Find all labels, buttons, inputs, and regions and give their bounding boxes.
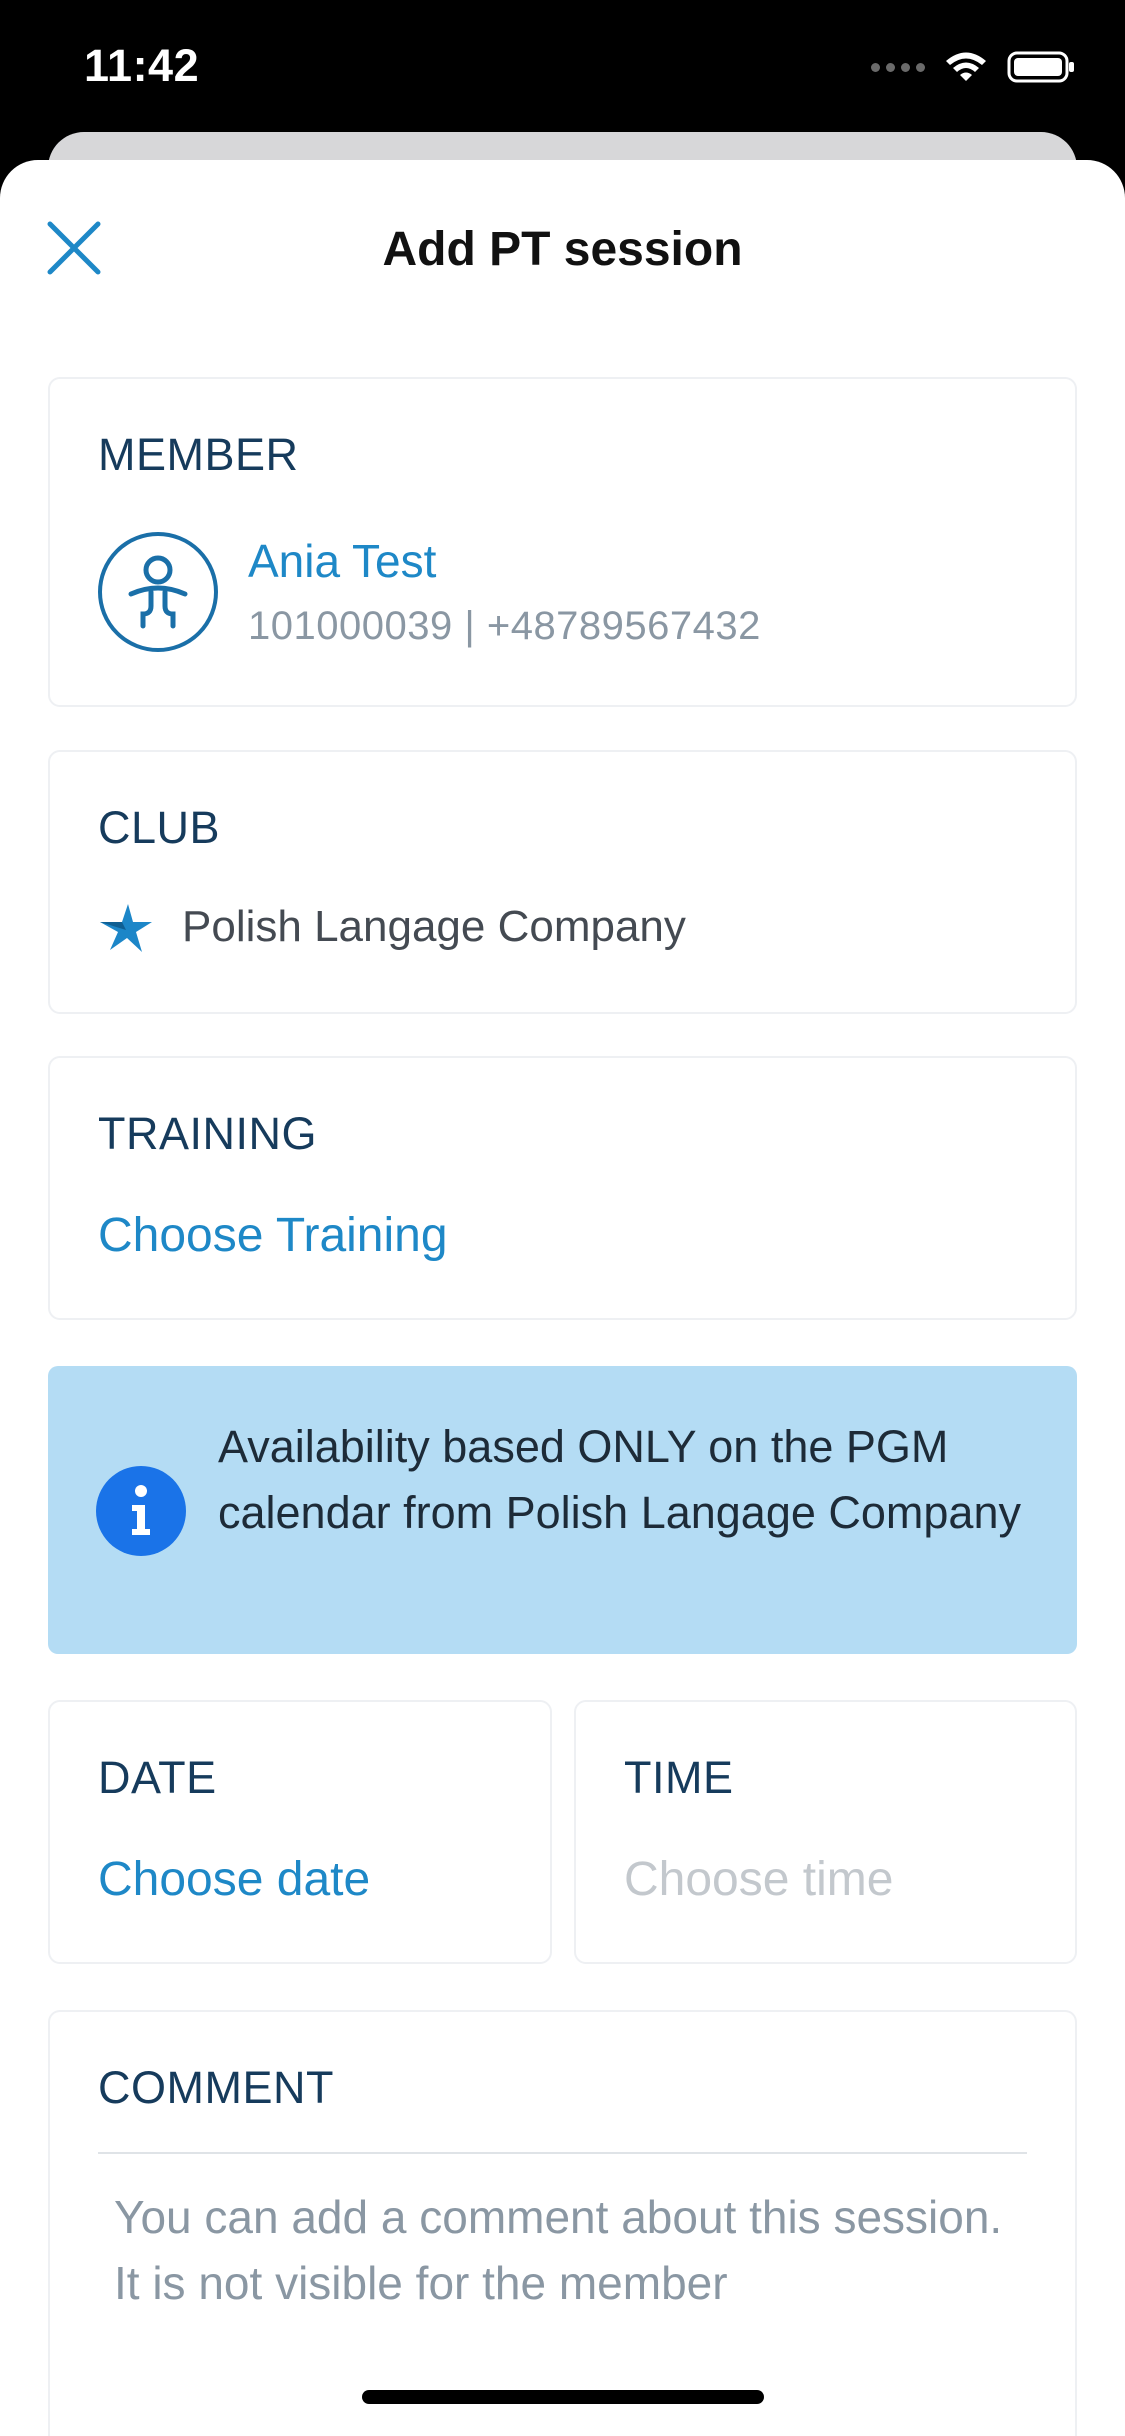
time-card: TIME Choose time	[574, 1700, 1077, 1964]
availability-info-banner: Availability based ONLY on the PGM calen…	[48, 1366, 1077, 1654]
availability-info-text: Availability based ONLY on the PGM calen…	[218, 1421, 1021, 1538]
choose-date-link[interactable]: Choose date	[98, 1852, 370, 1907]
training-label: TRAINING	[98, 1108, 318, 1159]
avatar	[98, 532, 218, 652]
status-time: 11:42	[84, 40, 200, 91]
person-icon	[128, 555, 188, 629]
club-label: CLUB	[98, 802, 221, 853]
status-bar: 11:42	[0, 0, 1125, 140]
training-card[interactable]: TRAINING Choose Training	[48, 1056, 1077, 1320]
member-name[interactable]: Ania Test	[248, 534, 436, 588]
cellular-signal-icon	[871, 62, 925, 72]
club-card: CLUB Polish Langage Company	[48, 750, 1077, 1014]
time-label: TIME	[624, 1752, 734, 1803]
add-pt-session-sheet: Add PT session MEMBER Ania Test 10100003…	[0, 160, 1125, 2436]
page-title: Add PT session	[382, 223, 743, 276]
member-id-phone: 101000039 | +48789567432	[248, 604, 761, 648]
comment-input[interactable]: You can add a comment about this session…	[114, 2184, 1034, 2316]
navigation-bar: Add PT session	[0, 160, 1125, 330]
choose-time-disabled: Choose time	[624, 1853, 894, 1906]
comment-divider	[98, 2152, 1027, 2154]
club-name: Polish Langage Company	[182, 902, 686, 951]
status-indicators	[871, 50, 1077, 84]
date-label: DATE	[98, 1752, 217, 1803]
choose-training-link[interactable]: Choose Training	[98, 1208, 448, 1263]
date-card[interactable]: DATE Choose date	[48, 1700, 552, 1964]
comment-card: COMMENT You can add a comment about this…	[48, 2010, 1077, 2436]
star-logo-icon	[100, 904, 152, 952]
wifi-icon	[946, 52, 986, 81]
home-indicator[interactable]	[362, 2390, 764, 2404]
comment-label: COMMENT	[98, 2062, 334, 2113]
member-label: MEMBER	[98, 429, 299, 480]
info-icon	[96, 1466, 186, 1556]
battery-icon	[1007, 51, 1074, 83]
member-card[interactable]: MEMBER Ania Test 101000039 | +4878956743…	[48, 377, 1077, 707]
